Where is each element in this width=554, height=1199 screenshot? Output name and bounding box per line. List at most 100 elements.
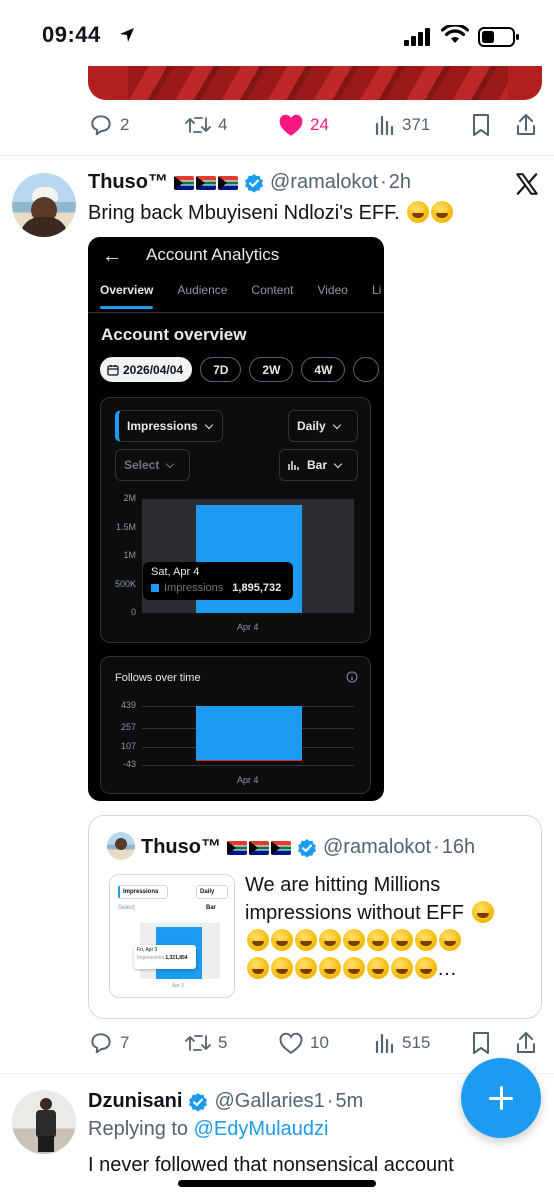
chip-4w: 4W xyxy=(301,357,346,382)
cellular-signal-icon xyxy=(404,28,430,46)
tab-underline xyxy=(88,312,384,313)
info-icon xyxy=(346,671,358,683)
sa-flag-icon xyxy=(271,840,291,855)
analytics-tabs: Overview Audience Content Video Li xyxy=(100,283,381,309)
tweet-time[interactable]: 2h xyxy=(389,171,411,194)
retweet-button[interactable]: 4 xyxy=(184,112,227,138)
replying-to-link[interactable]: @EdyMulaudzi xyxy=(194,1118,329,1140)
rofl-emoji-icon xyxy=(367,929,389,951)
tweet-action-bar: 7 5 10 515 xyxy=(88,1028,542,1058)
quoted-time: 16h xyxy=(441,836,476,858)
reply-handle[interactable]: @Gallaries1 xyxy=(214,1090,324,1113)
status-bar: 09:44 xyxy=(0,0,554,66)
x-logo-icon[interactable] xyxy=(514,171,540,197)
period-dropdown-label: Daily xyxy=(297,419,326,433)
media-pattern xyxy=(128,66,508,100)
back-arrow-icon: ← xyxy=(102,245,122,267)
author-handle[interactable]: @ramalokot xyxy=(270,171,378,194)
reply-time[interactable]: 5m xyxy=(335,1090,363,1113)
grid-line xyxy=(142,765,354,766)
rofl-emoji-icon xyxy=(319,957,341,979)
share-icon[interactable] xyxy=(514,112,538,138)
reply-icon xyxy=(91,1033,111,1054)
chart-type-label: Bar xyxy=(307,458,328,472)
ellipsis: … xyxy=(437,958,457,980)
thumb-tooltip-value: 1,321,854 xyxy=(165,955,188,961)
reply-button[interactable]: 2 xyxy=(88,112,129,138)
tab-content: Content xyxy=(251,283,294,297)
tab-overview: Overview xyxy=(100,283,154,309)
tooltip-row: Impressions 1,895,732 xyxy=(151,582,285,594)
reply-author-name[interactable]: Dzunisani xyxy=(88,1090,182,1113)
bookmark-icon[interactable] xyxy=(470,112,492,138)
tooltip-swatch xyxy=(151,584,159,592)
author-avatar[interactable] xyxy=(12,173,76,237)
compare-dropdown-label: Select xyxy=(124,458,160,472)
reply-count: 7 xyxy=(120,1033,130,1052)
rofl-emoji-icon xyxy=(343,957,365,979)
tweet-divider xyxy=(0,155,554,156)
thumb-tooltip-label: Impressions xyxy=(137,955,164,961)
views-chart-icon xyxy=(375,1033,394,1054)
bar-chart-icon xyxy=(288,461,299,470)
prev-tweet-action-bar: 2 4 24 371 xyxy=(88,110,542,140)
like-button[interactable]: 10 xyxy=(278,1031,329,1055)
verified-badge-icon xyxy=(189,1092,208,1112)
reply-author-avatar[interactable] xyxy=(12,1090,76,1154)
rofl-emoji-icon xyxy=(415,929,437,951)
like-button[interactable]: 24 xyxy=(278,113,329,137)
chart-tooltip: Sat, Apr 4 Impressions 1,895,732 xyxy=(143,562,293,600)
thumb-xlabel: Apr 3 xyxy=(172,983,184,989)
sa-flag-icon xyxy=(174,175,194,190)
avatar-face xyxy=(115,838,127,850)
flag-emojis xyxy=(227,840,291,855)
retweet-button[interactable]: 5 xyxy=(184,1030,227,1056)
rofl-emoji-icon xyxy=(431,201,454,223)
y-tick-label: 0 xyxy=(130,607,136,617)
tab-audience: Audience xyxy=(177,283,228,297)
thumb-tooltip-row: Impressions 1,321,854 xyxy=(137,955,193,961)
reply-header: Dzunisani @Gallaries1 · 5m xyxy=(88,1090,363,1113)
compare-dropdown: Select xyxy=(115,449,190,481)
x-tick-label: Apr 4 xyxy=(237,775,259,785)
heart-icon xyxy=(279,1032,303,1054)
home-indicator[interactable] xyxy=(178,1180,376,1187)
quoted-tweet[interactable]: Thuso™ @ramalokot · 16h Impressions Dail… xyxy=(88,815,542,1019)
wifi-icon xyxy=(441,25,469,43)
rofl-emoji-row xyxy=(245,957,437,980)
rofl-emoji-icon xyxy=(271,957,293,979)
quoted-author-name: Thuso™ xyxy=(141,836,221,858)
separator-dot: · xyxy=(433,836,440,858)
chip-2w: 2W xyxy=(249,357,294,382)
compose-button[interactable] xyxy=(461,1058,541,1138)
reply-text: I never followed that nonsensical accoun… xyxy=(88,1154,454,1176)
author-name[interactable]: Thuso™ xyxy=(88,171,168,194)
quoted-header: Thuso™ @ramalokot · 16h xyxy=(141,836,475,859)
bookmark-icon[interactable] xyxy=(470,1030,492,1056)
previous-tweet-media[interactable] xyxy=(88,66,542,100)
follows-bar xyxy=(196,706,302,760)
reply-count: 2 xyxy=(120,115,130,134)
verified-badge-icon xyxy=(298,838,316,858)
avatar-body xyxy=(20,217,68,237)
y-tick-label: 1.5M xyxy=(115,521,136,532)
quoted-author-avatar xyxy=(107,832,135,860)
thumb-period: Daily xyxy=(196,885,228,899)
retweet-icon xyxy=(185,117,211,133)
like-count: 24 xyxy=(310,115,329,134)
views-button[interactable]: 515 xyxy=(374,1032,430,1054)
heart-filled-icon xyxy=(279,114,303,136)
analytics-screenshot[interactable]: ← Account Analytics Overview Audience Co… xyxy=(88,237,384,801)
quoted-text: We are hitting Millions impressions with… xyxy=(245,874,464,924)
chevron-down-icon xyxy=(204,420,213,429)
views-button[interactable]: 371 xyxy=(374,114,430,136)
tooltip-value: 1,895,732 xyxy=(232,582,282,594)
share-icon[interactable] xyxy=(514,1030,538,1056)
thumb-tooltip: Fri, Apr 3 Impressions 1,321,854 xyxy=(134,945,196,969)
tooltip-date: Sat, Apr 4 xyxy=(151,566,200,578)
separator-dot: · xyxy=(380,171,387,193)
analytics-title: Account Analytics xyxy=(146,245,280,264)
reply-button[interactable]: 7 xyxy=(88,1030,129,1056)
y-tick-label: 107 xyxy=(120,740,136,751)
unfollows-bar xyxy=(196,759,302,761)
